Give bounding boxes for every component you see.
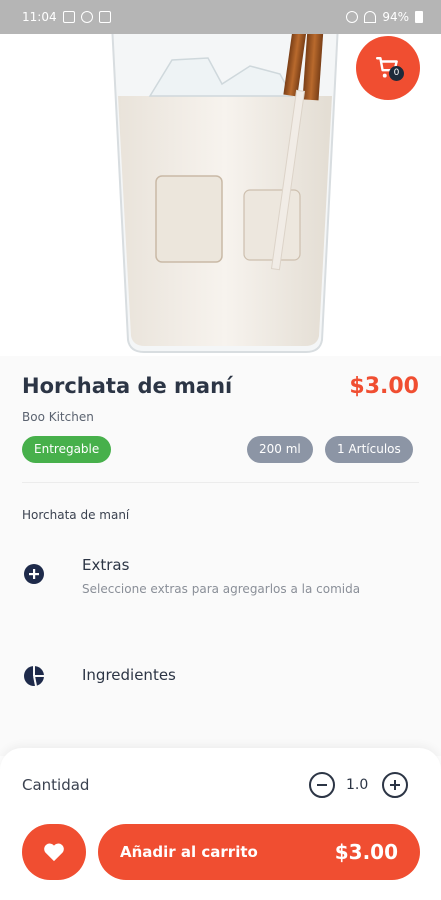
- plus-icon: [390, 780, 400, 790]
- quantity-value: 1.0: [346, 777, 369, 793]
- add-to-cart-button[interactable]: Añadir al carrito $3.00: [98, 824, 420, 880]
- extras-subtitle: Seleccione extras para agregarlos a la c…: [82, 582, 361, 596]
- items-chip: 1 Artículos: [325, 436, 413, 463]
- status-left: 11:04: [22, 10, 111, 24]
- bottom-sheet: Cantidad 1.0 Añadir al carrito $3.00: [0, 748, 441, 900]
- whatsapp-icon: [80, 11, 93, 23]
- extras-option[interactable]: Extras Seleccione extras para agregarlos…: [0, 552, 441, 612]
- ingredients-option[interactable]: Ingredientes: [0, 660, 441, 700]
- wifi-icon: [364, 11, 377, 23]
- extras-title: Extras: [82, 556, 130, 574]
- product-details: Horchata de maní $3.00 Boo Kitchen Entre…: [0, 356, 441, 756]
- product-price: $3.00: [349, 374, 419, 399]
- minus-icon: [317, 784, 327, 786]
- product-description: Horchata de maní: [22, 508, 130, 522]
- product-title: Horchata de maní: [22, 374, 233, 398]
- size-chip: 200 ml: [247, 436, 313, 463]
- restaurant-name: Boo Kitchen: [22, 410, 94, 424]
- status-right: 94%: [346, 10, 423, 24]
- battery-level: 94%: [382, 10, 409, 24]
- plus-circle-icon: [24, 564, 44, 584]
- status-time: 11:04: [22, 10, 57, 24]
- deliverable-badge: Entregable: [22, 436, 112, 463]
- alarm-icon: [346, 11, 359, 23]
- notification-icon: [62, 11, 75, 23]
- divider: [22, 482, 419, 483]
- add-to-cart-label: Añadir al carrito: [120, 843, 258, 861]
- cart-count-badge: 0: [389, 66, 404, 81]
- add-to-cart-price: $3.00: [334, 840, 398, 864]
- increase-quantity-button[interactable]: [382, 772, 408, 798]
- battery-icon: [415, 11, 423, 23]
- favorite-button[interactable]: [22, 824, 86, 880]
- pie-chart-icon: [24, 666, 44, 686]
- heart-icon: [44, 843, 64, 862]
- ingredients-title: Ingredientes: [82, 666, 176, 684]
- quantity-label: Cantidad: [22, 776, 90, 794]
- decrease-quantity-button[interactable]: [309, 772, 335, 798]
- status-bar: 11:04 94%: [0, 0, 441, 34]
- facebook-icon: [98, 11, 111, 23]
- cart-button[interactable]: [356, 36, 420, 100]
